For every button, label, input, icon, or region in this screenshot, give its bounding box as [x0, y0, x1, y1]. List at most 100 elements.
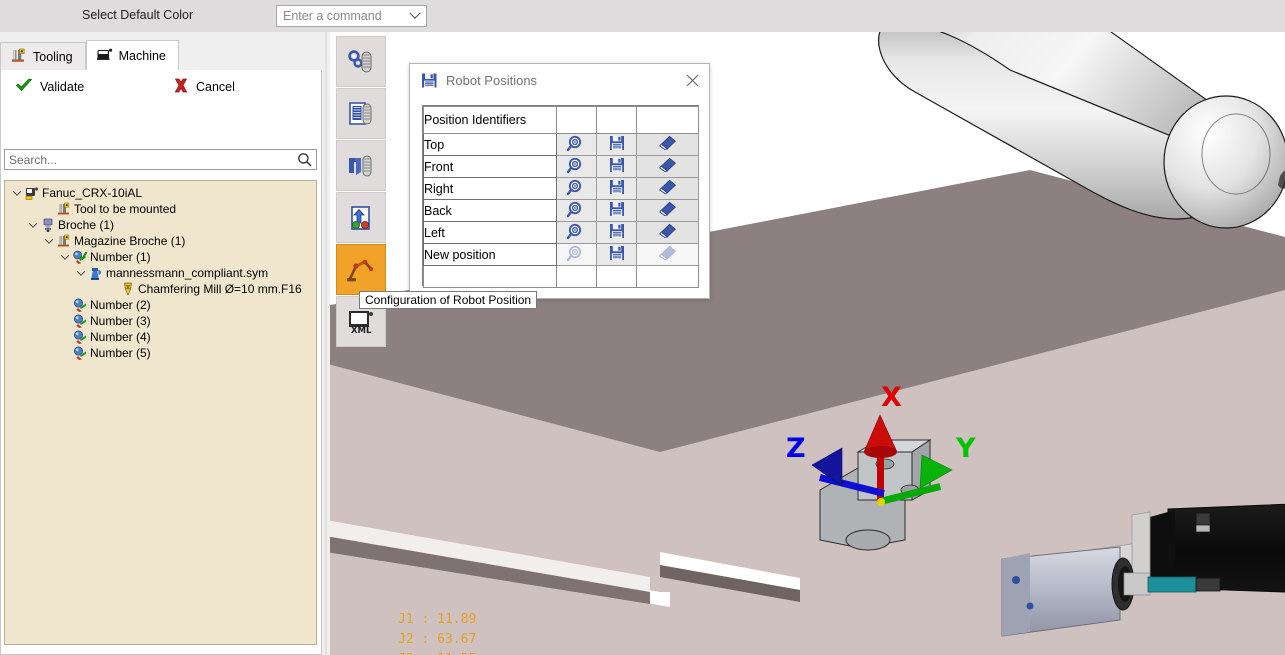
tree-expander-spacer	[58, 313, 71, 329]
tree-expander-spacer	[58, 345, 71, 361]
tree-item[interactable]: Number (3)	[5, 313, 316, 329]
svg-text:Y: Y	[955, 433, 976, 464]
dialog-titlebar[interactable]: Robot Positions	[410, 64, 709, 96]
view-position-button[interactable]	[557, 200, 597, 222]
view-position-button[interactable]	[557, 156, 597, 178]
left-panel: Tooling Machine	[0, 32, 330, 655]
number-icon	[71, 329, 88, 345]
robot-arm-icon[interactable]	[336, 244, 386, 295]
tab-machine[interactable]: Machine	[86, 40, 179, 70]
view-position-button	[557, 244, 597, 266]
settings-tool-icon[interactable]	[336, 36, 386, 87]
number-icon	[71, 313, 88, 329]
table-row: New position	[424, 244, 699, 266]
table-row: Right	[424, 178, 699, 200]
tree-item-label: Magazine Broche (1)	[72, 234, 185, 248]
tree-item[interactable]: Fanuc_CRX-10iAL	[5, 185, 316, 201]
toolbar-tooltip: Configuration of Robot Position	[359, 291, 537, 309]
table-filler-cell	[557, 266, 597, 288]
tree-expander-spacer	[58, 329, 71, 345]
save-position-button[interactable]	[597, 156, 637, 178]
search-placeholder[interactable]: Search...	[5, 153, 292, 167]
position-name-field[interactable]: Front	[424, 156, 557, 178]
save-disk-icon	[421, 72, 438, 89]
validate-button[interactable]: Validate	[15, 78, 84, 96]
erase-position-button[interactable]	[637, 134, 699, 156]
dialog-title: Robot Positions	[438, 73, 537, 88]
tree-item-label: Chamfering Mill Ø=10 mm.F16	[136, 282, 302, 296]
column-header-position-identifiers: Position Identifiers	[424, 107, 557, 134]
robot-node-icon	[23, 185, 40, 201]
tree-item[interactable]: Tool to be mounted	[5, 201, 316, 217]
tab-tooling[interactable]: Tooling	[0, 42, 86, 70]
tree-expander-icon[interactable]	[42, 233, 55, 249]
save-position-button[interactable]	[597, 200, 637, 222]
magazine-icon	[55, 233, 72, 249]
top-command-bar: Select Default Color Enter a command	[0, 0, 1285, 32]
tooling-icon	[10, 47, 27, 67]
tree-item-label: Number (4)	[88, 330, 151, 344]
position-name-field[interactable]: New position	[424, 244, 557, 266]
command-input-placeholder[interactable]: Enter a command	[277, 9, 404, 23]
svg-text:XML: XML	[351, 326, 372, 336]
red-cross-icon	[173, 78, 189, 96]
import-export-icon[interactable]	[336, 192, 386, 243]
chevron-down-icon[interactable]	[404, 12, 426, 20]
position-name-field[interactable]: Right	[424, 178, 557, 200]
tree-item[interactable]: Number (1)	[5, 249, 316, 265]
erase-position-button[interactable]	[637, 200, 699, 222]
green-check-icon	[15, 78, 33, 96]
number-checked-icon	[71, 249, 88, 265]
tree-expander-icon[interactable]	[74, 265, 87, 281]
tab-tooling-label: Tooling	[33, 50, 73, 64]
position-name-field[interactable]: Back	[424, 200, 557, 222]
tree-item[interactable]: Magazine Broche (1)	[5, 233, 316, 249]
document-tool-icon[interactable]	[336, 88, 386, 139]
tree-item[interactable]: mannessmann_compliant.sym	[5, 265, 316, 281]
table-filler-cell	[597, 266, 637, 288]
tree-expander-icon[interactable]	[58, 249, 71, 265]
tree-item-label: Fanuc_CRX-10iAL	[40, 186, 142, 200]
erase-position-button[interactable]	[637, 178, 699, 200]
machine-icon	[96, 46, 113, 66]
application-window: X Y Z J1 : 11.89 J2 : 63.67 J3 : 11.55 S…	[0, 0, 1285, 655]
robot-positions-dialog[interactable]: Robot Positions Position Identifiers	[409, 63, 710, 299]
panel-splitter[interactable]	[322, 32, 330, 655]
close-icon[interactable]	[679, 68, 705, 92]
erase-position-button[interactable]	[637, 222, 699, 244]
svg-text:X: X	[881, 382, 902, 413]
tree-item-label: Broche (1)	[56, 218, 114, 232]
erase-position-button	[637, 244, 699, 266]
tree-item[interactable]: Broche (1)	[5, 217, 316, 233]
view-position-button[interactable]	[557, 222, 597, 244]
cancel-label: Cancel	[196, 80, 235, 94]
default-color-label: Select Default Color	[82, 8, 193, 22]
mill-icon	[119, 281, 136, 297]
tree-item[interactable]: Number (5)	[5, 345, 316, 361]
table-row: Left	[424, 222, 699, 244]
tree-expander-icon[interactable]	[26, 217, 39, 233]
position-name-field[interactable]: Left	[424, 222, 557, 244]
cancel-button[interactable]: Cancel	[173, 78, 235, 96]
view-position-button[interactable]	[557, 178, 597, 200]
search-input[interactable]: Search...	[4, 149, 317, 170]
positions-table: Position Identifiers Top Front	[423, 106, 699, 288]
tree-item[interactable]: Chamfering Mill Ø=10 mm.F16	[5, 281, 316, 297]
tool-icon	[55, 201, 72, 217]
tree-expander-icon[interactable]	[10, 185, 23, 201]
erase-position-button[interactable]	[637, 156, 699, 178]
command-combobox[interactable]: Enter a command	[276, 5, 427, 27]
save-position-button[interactable]	[597, 244, 637, 266]
view-position-button[interactable]	[557, 134, 597, 156]
tree-item[interactable]: Number (4)	[5, 329, 316, 345]
position-name-field[interactable]: Top	[424, 134, 557, 156]
save-position-button[interactable]	[597, 134, 637, 156]
save-position-button[interactable]	[597, 178, 637, 200]
caliper-tool-icon[interactable]	[336, 140, 386, 191]
machine-tree[interactable]: Fanuc_CRX-10iAL Tool to be mounted Broch…	[4, 180, 317, 645]
search-icon[interactable]	[292, 152, 316, 167]
save-position-button[interactable]	[597, 222, 637, 244]
tab-machine-label: Machine	[119, 49, 166, 63]
tree-item[interactable]: Number (2)	[5, 297, 316, 313]
svg-text:Z: Z	[786, 433, 806, 464]
